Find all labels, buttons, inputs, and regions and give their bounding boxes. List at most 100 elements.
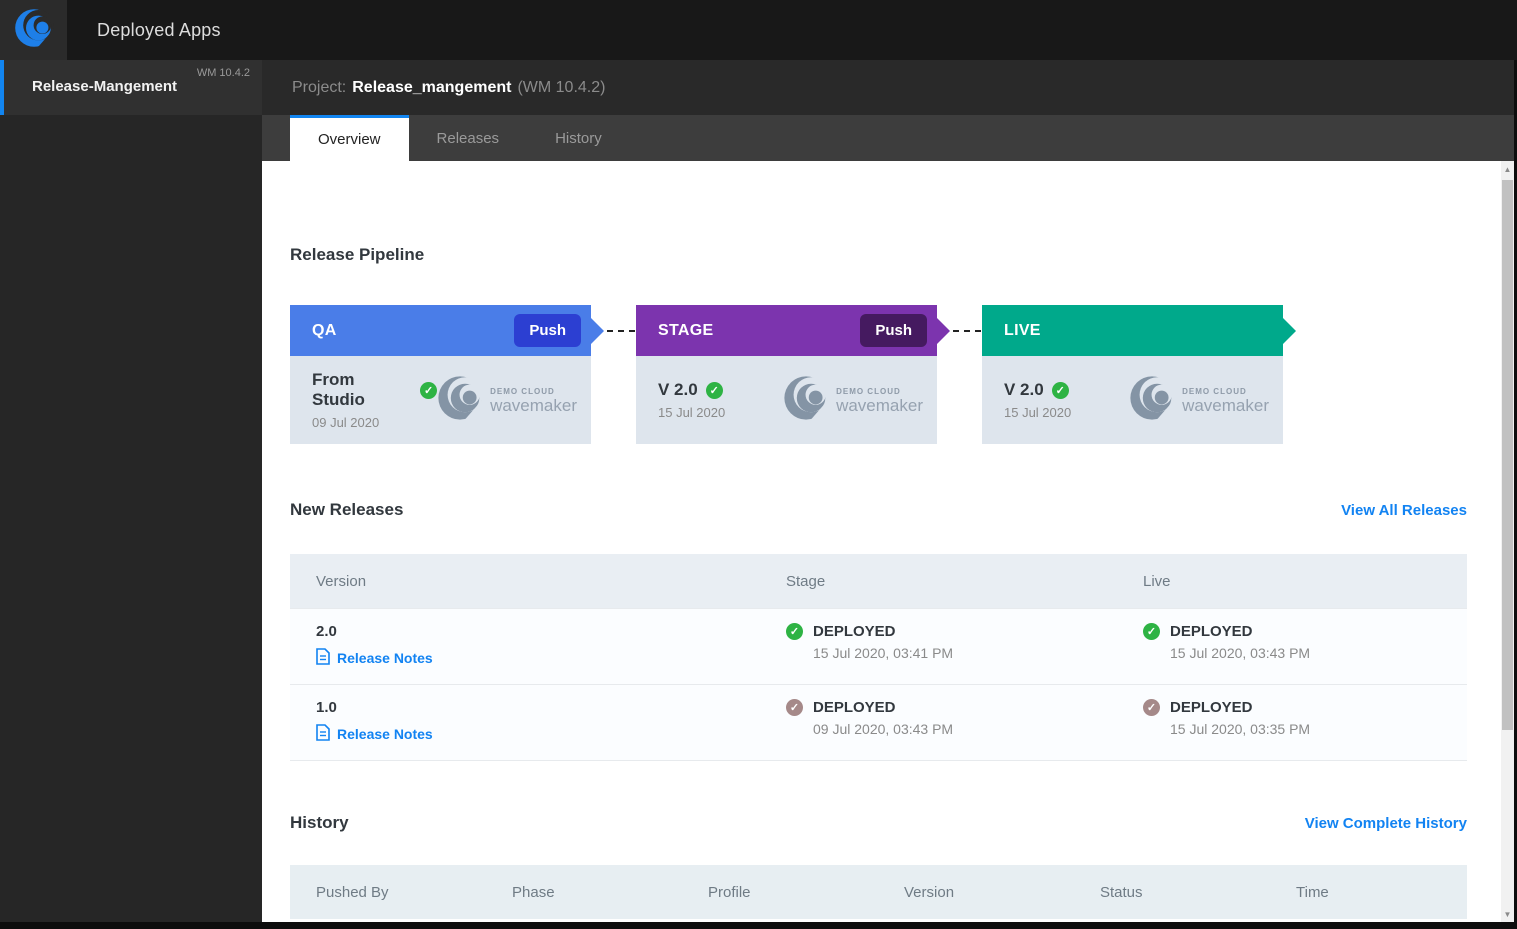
column-header-time: Time	[1296, 883, 1329, 901]
column-header-live: Live	[1143, 572, 1171, 590]
view-all-releases-link[interactable]: View All Releases	[1341, 502, 1467, 519]
sidebar: Release-Mangement WM 10.4.2	[0, 60, 262, 922]
wavemaker-wave-icon	[1129, 375, 1176, 426]
sidebar-item-release-management[interactable]: Release-Mangement WM 10.4.2	[0, 60, 262, 115]
live-date: 15 Jul 2020	[1004, 405, 1072, 420]
stage-push-button[interactable]: Push	[860, 314, 927, 347]
history-title: History	[290, 813, 349, 832]
scrollbar-thumb[interactable]	[1502, 180, 1513, 730]
stage-date: 15 Jul 2020	[658, 405, 726, 420]
stage-stage-name: STAGE	[658, 321, 714, 339]
demo-cloud-label: DEMO CLOUD	[1182, 386, 1247, 396]
document-icon	[316, 648, 330, 668]
column-header-phase: Phase	[512, 883, 555, 901]
status-badge: DEPLOYED	[813, 623, 896, 640]
qa-stage-name: QA	[312, 321, 337, 339]
status-badge: DEPLOYED	[813, 699, 896, 716]
demo-cloud-label: DEMO CLOUD	[490, 386, 555, 396]
app-title: Deployed Apps	[97, 19, 221, 40]
pipeline-card-live: LIVE V 2.0 ✓ 15 Jul 2020 DEMO CLOUD wave…	[982, 305, 1283, 444]
column-header-profile: Profile	[708, 883, 751, 901]
pipeline-connector-stage-live	[953, 330, 981, 332]
main-area: Project: Release_mangement (WM 10.4.2) O…	[262, 60, 1517, 922]
live-success-check-icon: ✓	[1051, 381, 1069, 399]
demo-cloud-wavemaker-logo: DEMO CLOUD wavemaker	[783, 375, 923, 426]
document-icon	[316, 724, 330, 744]
release-notes-link[interactable]: Release Notes	[316, 648, 760, 668]
tab-releases[interactable]: Releases	[409, 115, 528, 161]
wavemaker-logo-icon	[14, 8, 54, 53]
pipeline-connector-qa-stage	[607, 330, 635, 332]
status-time: 15 Jul 2020, 03:43 PM	[1170, 645, 1311, 661]
status-time: 09 Jul 2020, 03:43 PM	[813, 721, 954, 737]
overview-content: Release Pipeline QA Push From Studio ✓ 0…	[262, 161, 1517, 922]
wavemaker-wave-icon	[437, 375, 484, 426]
status-badge: DEPLOYED	[1170, 699, 1253, 716]
project-name: Release_mangement	[352, 78, 512, 96]
scrollbar-down-arrow-icon[interactable]: ▼	[1501, 906, 1514, 922]
view-complete-history-link[interactable]: View Complete History	[1305, 815, 1467, 832]
wavemaker-label: wavemaker	[836, 395, 923, 415]
tab-history[interactable]: History	[527, 115, 630, 161]
new-releases-title: New Releases	[290, 500, 404, 519]
live-card-header: LIVE	[982, 305, 1283, 356]
window-bottom-edge	[0, 922, 1517, 929]
sidebar-project-name: Release-Mangement	[32, 78, 178, 95]
wavemaker-label: wavemaker	[490, 395, 577, 415]
live-stage-name: LIVE	[1004, 321, 1041, 339]
wavemaker-logo-tile[interactable]	[0, 0, 67, 60]
demo-cloud-wavemaker-logo: DEMO CLOUD wavemaker	[437, 375, 577, 426]
project-version: (WM 10.4.2)	[517, 78, 606, 96]
release-version: 1.0	[316, 699, 337, 716]
qa-push-button[interactable]: Push	[514, 314, 581, 347]
status-time: 15 Jul 2020, 03:41 PM	[813, 645, 954, 661]
status-badge: DEPLOYED	[1170, 623, 1253, 640]
history-table-header: Pushed By Phase Profile Version Status T…	[290, 865, 1467, 919]
new-releases-table: Version Stage Live 2.0 Release Notes ✓ D…	[290, 554, 1467, 761]
live-card-body: V 2.0 ✓ 15 Jul 2020 DEMO CLOUD wavemaker	[982, 356, 1283, 444]
status-time: 15 Jul 2020, 03:35 PM	[1170, 721, 1311, 737]
qa-card-body: From Studio ✓ 09 Jul 2020 DEMO CLOUD wav…	[290, 356, 591, 444]
qa-card-header: QA Push	[290, 305, 591, 356]
release-notes-link[interactable]: Release Notes	[316, 724, 760, 744]
table-row: 1.0 Release Notes ✓ DEPLOYED 09 Jul 2020…	[290, 684, 1467, 760]
stage-card-body: V 2.0 ✓ 15 Jul 2020 DEMO CLOUD wavemaker	[636, 356, 937, 444]
live-version: V 2.0	[1004, 380, 1044, 399]
column-header-stage: Stage	[786, 572, 826, 590]
qa-version: From Studio	[312, 370, 365, 409]
stage-deployed-check-icon: ✓	[786, 699, 803, 716]
demo-cloud-wavemaker-logo: DEMO CLOUD wavemaker	[1129, 375, 1269, 426]
pipeline-card-stage: STAGE Push V 2.0 ✓ 15 Jul 2020 DEMO CLOU…	[636, 305, 937, 444]
column-header-status: Status	[1100, 883, 1143, 901]
column-header-version: Version	[316, 572, 367, 590]
new-releases-table-header: Version Stage Live	[290, 554, 1467, 608]
stage-success-check-icon: ✓	[705, 381, 723, 399]
stage-card-header: STAGE Push	[636, 305, 937, 356]
project-label: Project:	[292, 78, 347, 96]
stage-version: V 2.0	[658, 380, 698, 399]
project-header: Project: Release_mangement (WM 10.4.2)	[262, 60, 1517, 115]
wavemaker-wave-icon	[783, 375, 830, 426]
wavemaker-label: wavemaker	[1182, 395, 1269, 415]
stage-deployed-check-icon: ✓	[786, 623, 803, 640]
qa-date: 09 Jul 2020	[312, 415, 380, 430]
vertical-scrollbar[interactable]: ▲ ▼	[1501, 161, 1514, 922]
release-notes-label: Release Notes	[337, 726, 433, 742]
scrollbar-up-arrow-icon[interactable]: ▲	[1501, 161, 1514, 177]
release-notes-label: Release Notes	[337, 650, 433, 666]
live-deployed-check-icon: ✓	[1143, 699, 1160, 716]
live-deployed-check-icon: ✓	[1143, 623, 1160, 640]
release-pipeline-title: Release Pipeline	[290, 245, 425, 264]
pipeline-cards: QA Push From Studio ✓ 09 Jul 2020 DEMO C…	[290, 305, 1467, 444]
tab-bar: Overview Releases History	[262, 115, 1517, 161]
pipeline-card-qa: QA Push From Studio ✓ 09 Jul 2020 DEMO C…	[290, 305, 591, 444]
column-header-pushed-by: Pushed By	[316, 883, 389, 901]
qa-success-check-icon: ✓	[420, 381, 438, 399]
column-header-version: Version	[904, 883, 955, 901]
release-version: 2.0	[316, 623, 337, 640]
history-table: Pushed By Phase Profile Version Status T…	[290, 865, 1467, 919]
table-row: 2.0 Release Notes ✓ DEPLOYED 15 Jul 2020…	[290, 608, 1467, 684]
tab-overview[interactable]: Overview	[290, 115, 409, 161]
demo-cloud-label: DEMO CLOUD	[836, 386, 901, 396]
sidebar-project-version: WM 10.4.2	[196, 67, 250, 79]
